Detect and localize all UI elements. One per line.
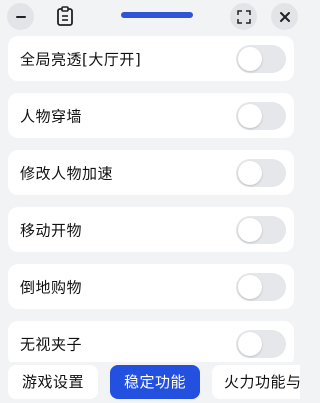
- expand-icon: [236, 9, 251, 24]
- tab-stable-features[interactable]: 稳定功能: [110, 365, 200, 399]
- setting-label: 全局亮透[大厅开]: [20, 50, 142, 68]
- setting-toggle[interactable]: [236, 272, 286, 301]
- setting-toggle[interactable]: [236, 329, 286, 358]
- setting-row: 无视夹子: [8, 321, 294, 366]
- setting-toggle[interactable]: [236, 44, 286, 73]
- setting-row: 人物穿墙: [8, 93, 294, 138]
- close-icon: [279, 11, 291, 23]
- setting-label: 移动开物: [20, 221, 83, 239]
- toggle-knob: [238, 274, 262, 299]
- tab-game-settings[interactable]: 游戏设置: [8, 365, 98, 399]
- toggle-knob: [238, 160, 262, 185]
- setting-label: 修改人物加速: [20, 164, 114, 182]
- setting-toggle[interactable]: [236, 101, 286, 130]
- setting-row: 倒地购物: [8, 264, 294, 309]
- setting-row: 移动开物: [8, 207, 294, 252]
- minus-icon: [15, 11, 27, 23]
- toggle-knob: [238, 103, 262, 128]
- tab-firepower-features[interactable]: 火力功能与: [212, 365, 300, 399]
- setting-label: 倒地购物: [20, 278, 83, 296]
- setting-label: 人物穿墙: [20, 107, 83, 125]
- setting-toggle[interactable]: [236, 215, 286, 244]
- title-bar: [0, 0, 300, 34]
- toggle-knob: [238, 331, 262, 356]
- minimize-button[interactable]: [7, 3, 34, 30]
- setting-row: 修改人物加速: [8, 150, 294, 195]
- setting-row: 全局亮透[大厅开]: [8, 36, 294, 81]
- toggle-knob: [238, 46, 262, 71]
- close-button[interactable]: [271, 3, 298, 30]
- expand-button[interactable]: [230, 3, 257, 30]
- clipboard-icon[interactable]: [56, 6, 74, 30]
- toggle-knob: [238, 217, 262, 242]
- drag-handle[interactable]: [121, 12, 193, 18]
- setting-label: 无视夹子: [20, 335, 83, 353]
- setting-toggle[interactable]: [236, 158, 286, 187]
- bottom-tab-bar: 游戏设置 稳定功能 火力功能与: [0, 362, 300, 403]
